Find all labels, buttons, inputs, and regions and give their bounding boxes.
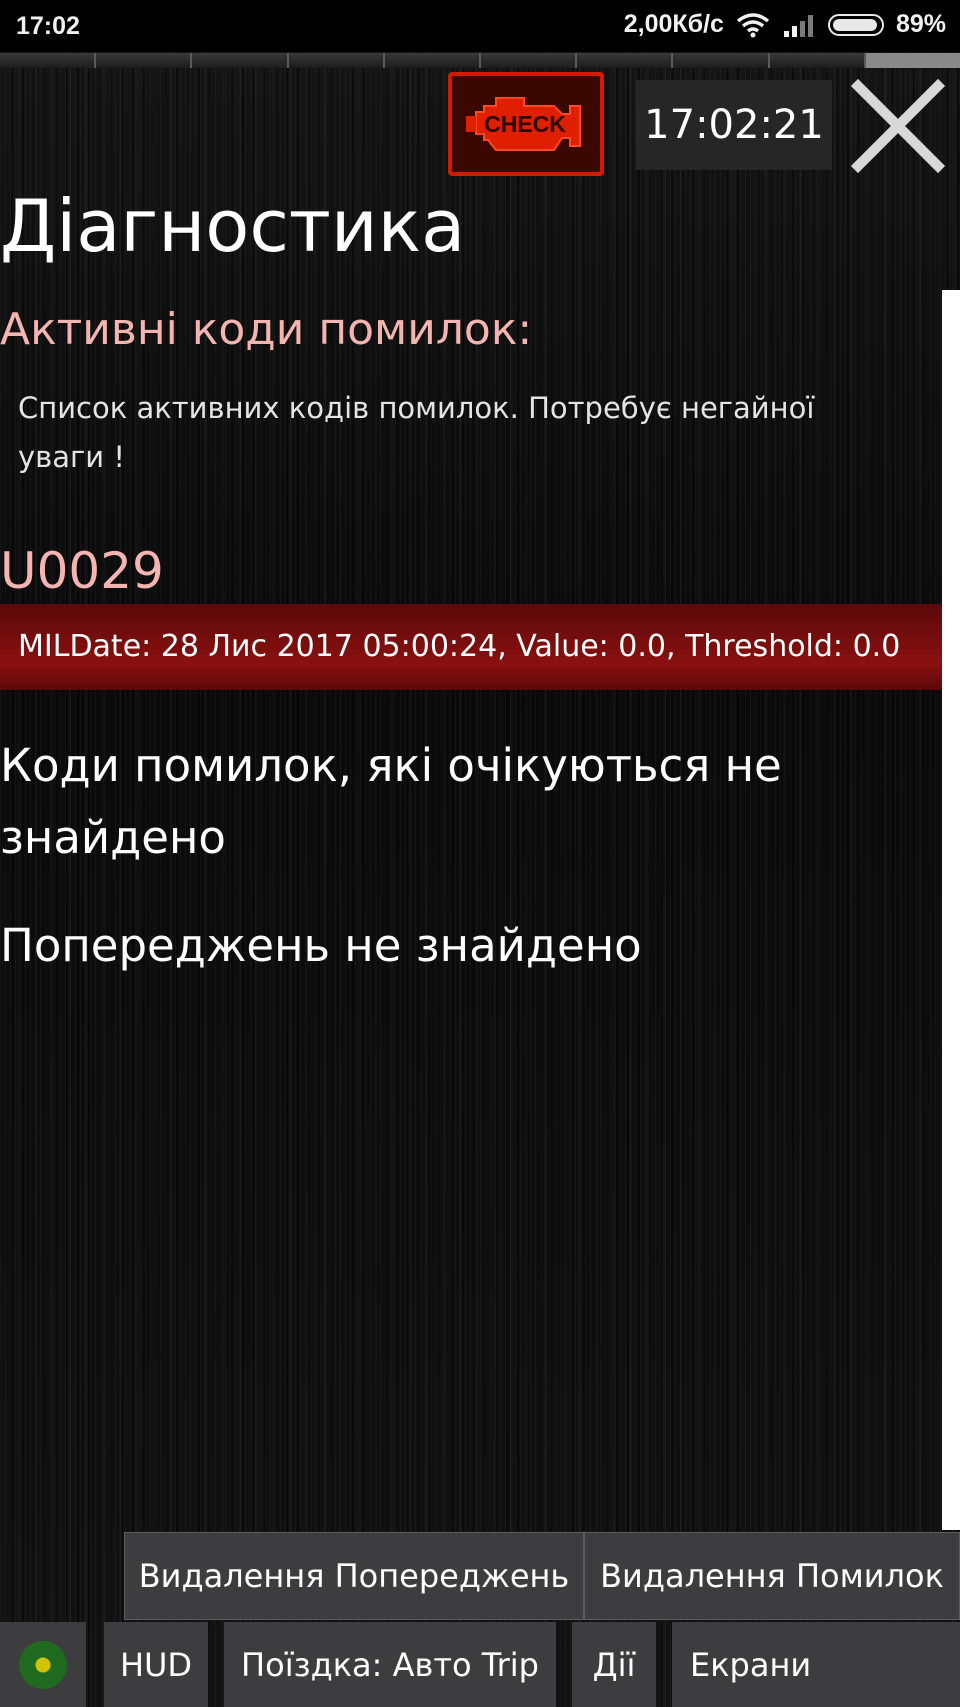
- trip-button[interactable]: Поїздка: Авто Trip: [224, 1622, 556, 1707]
- segment: [865, 53, 960, 68]
- wifi-icon: [736, 12, 770, 37]
- segment: [673, 53, 770, 68]
- connection-status-button[interactable]: [0, 1622, 86, 1707]
- screens-button[interactable]: Екрани: [672, 1622, 960, 1707]
- delete-warnings-button[interactable]: Видалення Попереджень: [124, 1532, 584, 1620]
- status-time: 17:02: [16, 12, 80, 40]
- segment: [96, 53, 193, 68]
- segment: [192, 53, 289, 68]
- close-icon[interactable]: [848, 76, 948, 176]
- segment-strip: [0, 53, 960, 68]
- segment: [481, 53, 578, 68]
- actions-button[interactable]: Дії: [572, 1622, 656, 1707]
- segment: [288, 53, 385, 68]
- page-title: Діагностика: [0, 184, 466, 268]
- bottom-nav: HUD Поїздка: Авто Trip Дії Екрани: [0, 1622, 960, 1707]
- battery-icon: [827, 13, 884, 36]
- segment: [0, 53, 97, 68]
- scrollbar[interactable]: [942, 290, 960, 1530]
- active-codes-description: Список активних кодів помилок. Потребує …: [18, 391, 815, 474]
- dtc-details-row[interactable]: MILDate: 28 Лис 2017 05:00:24, Value: 0.…: [0, 604, 942, 690]
- connection-indicator-icon: [19, 1640, 67, 1689]
- network-speed: 2,00Кб/с: [623, 10, 724, 38]
- warnings-message: Попереджень не знайдено: [0, 919, 642, 972]
- check-engine-label: CHECK: [484, 111, 566, 137]
- active-codes-title: Активні коди помилок:: [0, 304, 533, 355]
- battery-level: 89%: [895, 10, 946, 38]
- check-engine-button[interactable]: CHECK: [448, 72, 604, 176]
- status-right: 2,00Кб/с 89%: [624, 10, 946, 39]
- action-row: Видалення Попереджень Видалення Помилок: [124, 1532, 960, 1620]
- hud-button[interactable]: HUD: [104, 1622, 208, 1707]
- segment: [577, 53, 674, 68]
- delete-errors-button[interactable]: Видалення Помилок: [584, 1532, 960, 1620]
- segment: [769, 53, 866, 68]
- check-engine-icon: CHECK: [466, 97, 581, 151]
- segment: [384, 53, 482, 68]
- status-bar: 17:02 2,00Кб/с 89%: [0, 0, 960, 52]
- dtc-code[interactable]: U0029: [0, 538, 164, 604]
- pending-codes-message: Коди помилок, які очікуються не знайдено: [0, 739, 782, 864]
- signal-icon: [783, 14, 813, 37]
- clock: 17:02:21: [636, 80, 832, 170]
